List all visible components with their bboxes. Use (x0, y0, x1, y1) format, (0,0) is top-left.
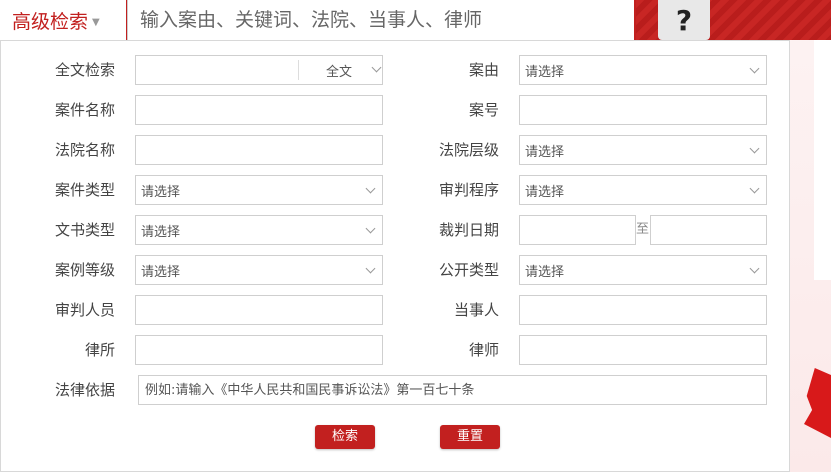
label-judgment-date: 裁判日期 (438, 221, 499, 239)
chevron-down-icon (365, 223, 376, 234)
help-button[interactable]: ? (658, 0, 710, 40)
case-level-select[interactable]: 请选择 (135, 255, 383, 285)
label-law-firm: 律所 (84, 341, 115, 359)
label-full-text: 全文检索 (54, 61, 115, 79)
cause-value: 请选择 (525, 64, 565, 80)
label-judge: 审判人员 (54, 301, 115, 319)
label-legal-basis: 法律依据 (54, 381, 115, 399)
case-level-value: 请选择 (141, 264, 181, 280)
court-level-value: 请选择 (525, 144, 565, 160)
label-public-type: 公开类型 (438, 261, 499, 279)
full-text-field: 全文 (135, 55, 383, 85)
law-firm-field (135, 335, 383, 365)
procedure-select[interactable]: 请选择 (519, 175, 767, 205)
judge-input[interactable] (136, 296, 382, 324)
court-name-input[interactable] (136, 136, 382, 164)
red-flag-icon (804, 368, 831, 438)
case-name-field (135, 95, 383, 125)
search-box (127, 0, 634, 41)
doc-type-value: 请选择 (141, 224, 181, 240)
label-court-level: 法院层级 (438, 141, 499, 159)
chevron-down-icon (365, 263, 376, 274)
court-name-field (135, 135, 383, 165)
label-procedure: 审判程序 (438, 181, 499, 199)
judgment-date-from-field (519, 215, 636, 245)
advanced-search-label: 高级检索 (12, 10, 89, 33)
party-input[interactable] (520, 296, 766, 324)
label-cause: 案由 (468, 61, 499, 79)
full-text-input[interactable] (136, 56, 296, 84)
legal-basis-field (138, 375, 767, 405)
side-decoration-bar (814, 40, 831, 280)
label-case-no: 案号 (468, 101, 499, 119)
party-field (519, 295, 767, 325)
date-range-separator: 至 (636, 222, 650, 237)
judgment-date-from-input[interactable] (520, 216, 635, 244)
search-button[interactable]: 检索 (315, 425, 375, 449)
case-name-input[interactable] (136, 96, 382, 124)
doc-type-select[interactable]: 请选择 (135, 215, 383, 245)
chevron-down-icon (749, 143, 760, 154)
law-firm-input[interactable] (136, 336, 382, 364)
procedure-value: 请选择 (525, 184, 565, 200)
public-type-value: 请选择 (525, 264, 565, 280)
label-lawyer: 律师 (468, 341, 499, 359)
case-no-input[interactable] (520, 96, 766, 124)
judgment-date-to-input[interactable] (651, 216, 766, 244)
lawyer-input[interactable] (520, 336, 766, 364)
advanced-search-toggle[interactable]: 高级检索 ▼ (0, 0, 126, 40)
judge-field (135, 295, 383, 325)
chevron-down-icon (749, 63, 760, 74)
label-doc-type: 文书类型 (54, 221, 115, 239)
question-mark-icon: ? (675, 3, 693, 37)
judgment-date-to-field (650, 215, 767, 245)
label-party: 当事人 (453, 301, 499, 319)
full-text-scope-select[interactable]: 全文 (298, 60, 384, 80)
search-input[interactable] (138, 0, 634, 41)
full-text-scope-value: 全文 (326, 64, 353, 80)
label-court-name: 法院名称 (54, 141, 115, 159)
label-case-type: 案件类型 (54, 181, 115, 199)
side-decoration (790, 40, 831, 472)
chevron-down-icon (371, 62, 382, 73)
case-type-value: 请选择 (141, 184, 181, 200)
chevron-down-icon (365, 183, 376, 194)
chevron-down-icon (749, 263, 760, 274)
lawyer-field (519, 335, 767, 365)
reset-button[interactable]: 重置 (440, 425, 500, 449)
label-case-name: 案件名称 (54, 101, 115, 119)
case-no-field (519, 95, 767, 125)
public-type-select[interactable]: 请选择 (519, 255, 767, 285)
label-case-level: 案例等级 (54, 261, 115, 279)
legal-basis-input[interactable] (139, 376, 766, 404)
chevron-down-icon (749, 183, 760, 194)
case-type-select[interactable]: 请选择 (135, 175, 383, 205)
cause-select[interactable]: 请选择 (519, 55, 767, 85)
caret-down-icon: ▼ (92, 16, 100, 28)
court-level-select[interactable]: 请选择 (519, 135, 767, 165)
